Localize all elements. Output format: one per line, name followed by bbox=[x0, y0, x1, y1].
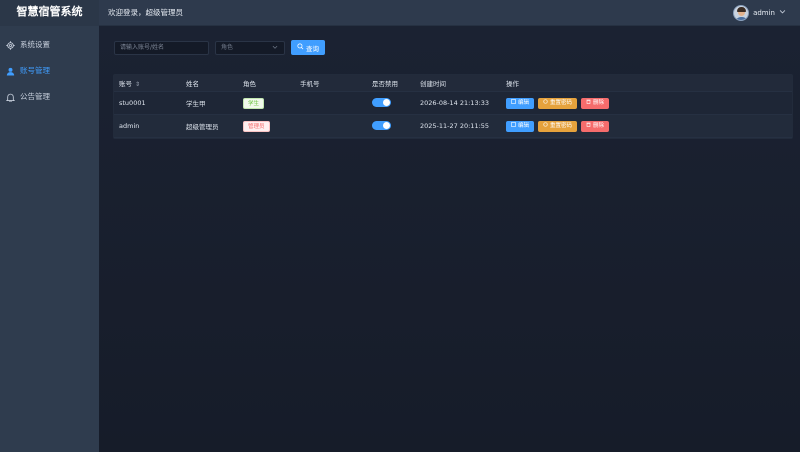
col-account[interactable]: 账号 ⇕ bbox=[114, 78, 186, 88]
username: admin bbox=[753, 8, 775, 17]
sidebar-item-label: 系统设置 bbox=[20, 40, 50, 49]
edit-icon bbox=[511, 121, 516, 132]
trash-icon bbox=[586, 121, 591, 132]
top-header: 欢迎登录，超级管理员 admin bbox=[99, 0, 800, 26]
col-phone: 手机号 bbox=[300, 80, 320, 88]
sidebar-menu: 系统设置 账号管理 公告管理 bbox=[0, 32, 99, 110]
delete-button[interactable]: 删除 bbox=[581, 97, 610, 109]
welcome-text: 欢迎登录，超级管理员 bbox=[108, 8, 183, 17]
cell-name: 学生甲 bbox=[186, 100, 206, 108]
cell-account: stu0001 bbox=[119, 99, 146, 107]
sidebar-item-accounts[interactable]: 账号管理 bbox=[0, 58, 99, 84]
bell-icon bbox=[5, 92, 15, 102]
delete-button[interactable]: 删除 bbox=[581, 120, 610, 132]
col-name: 姓名 bbox=[186, 80, 199, 88]
refresh-icon bbox=[543, 121, 548, 132]
sidebar-item-label: 账号管理 bbox=[20, 66, 50, 75]
disabled-toggle[interactable] bbox=[372, 97, 391, 107]
chevron-down-icon bbox=[779, 8, 786, 17]
cell-account: admin bbox=[119, 122, 140, 130]
reset-password-button[interactable]: 重置密码 bbox=[538, 120, 578, 132]
sidebar-item-announcements[interactable]: 公告管理 bbox=[0, 84, 99, 110]
role-select[interactable]: 角色 bbox=[215, 40, 285, 55]
chevron-down-icon bbox=[272, 43, 278, 55]
col-created: 创建时间 bbox=[420, 80, 446, 88]
col-disabled: 是否禁用 bbox=[372, 80, 398, 88]
edit-button[interactable]: 编辑 bbox=[506, 97, 535, 109]
filter-bar: 角色 查询 bbox=[114, 40, 325, 55]
sidebar-item-label: 公告管理 bbox=[20, 92, 50, 101]
user-icon bbox=[5, 66, 15, 76]
reset-password-button[interactable]: 重置密码 bbox=[538, 97, 578, 109]
sidebar-item-settings[interactable]: 系统设置 bbox=[0, 32, 99, 58]
col-role: 角色 bbox=[243, 80, 256, 88]
table-row: admin 超级管理员 管理员 2025-11-27 20:11:55 编辑 重… bbox=[114, 115, 792, 138]
edit-button[interactable]: 编辑 bbox=[506, 120, 535, 132]
search-input[interactable] bbox=[114, 40, 209, 55]
user-menu[interactable]: admin bbox=[733, 3, 786, 22]
search-button[interactable]: 查询 bbox=[291, 40, 325, 55]
cell-name: 超级管理员 bbox=[186, 123, 219, 131]
row-actions: 编辑 重置密码 删除 bbox=[506, 97, 792, 109]
col-actions: 操作 bbox=[506, 80, 519, 88]
role-select-placeholder: 角色 bbox=[221, 43, 234, 51]
edit-icon bbox=[511, 98, 516, 109]
app-title: 智慧宿管系统 bbox=[0, 0, 99, 26]
accounts-table: 账号 ⇕ 姓名 角色 手机号 是否禁用 创建时间 操作 stu0001 学生甲 学… bbox=[113, 74, 793, 139]
sidebar: 智慧宿管系统 系统设置 账号管理 公告管理 bbox=[0, 0, 99, 452]
avatar bbox=[733, 4, 750, 21]
refresh-icon bbox=[543, 98, 548, 109]
sort-icon[interactable]: ⇕ bbox=[135, 81, 140, 88]
table-row: stu0001 学生甲 学生 2026-08-14 21:13:33 编辑 重置… bbox=[114, 92, 792, 115]
trash-icon bbox=[586, 98, 591, 109]
table-header: 账号 ⇕ 姓名 角色 手机号 是否禁用 创建时间 操作 bbox=[114, 75, 792, 92]
role-tag: 管理员 bbox=[243, 120, 270, 132]
gear-icon bbox=[5, 40, 15, 50]
cell-created: 2025-11-27 20:11:55 bbox=[420, 122, 490, 130]
role-tag: 学生 bbox=[243, 97, 265, 109]
disabled-toggle[interactable] bbox=[372, 120, 391, 130]
search-button-label: 查询 bbox=[306, 44, 319, 53]
cell-created: 2026-08-14 21:13:33 bbox=[420, 99, 490, 107]
row-actions: 编辑 重置密码 删除 bbox=[506, 120, 792, 132]
search-icon bbox=[297, 43, 304, 52]
main-content: 角色 查询 账号⇕ 姓名 角色 手机号 是否禁用 创建时间 操作 stu0001… bbox=[99, 26, 800, 452]
